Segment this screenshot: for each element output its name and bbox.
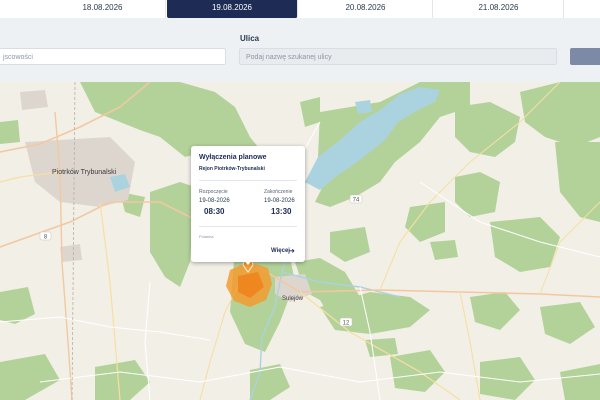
arrow-right-icon[interactable]: ➜	[289, 247, 295, 255]
town-label-piotrkow: Piotrków Trybunalski	[52, 169, 117, 176]
city-input[interactable]: jscowości	[0, 48, 226, 65]
popup-title: Wyłączenia planowe	[199, 154, 267, 161]
street-label: Ulica	[240, 34, 260, 43]
popup-more-link[interactable]: Więcej	[271, 248, 290, 254]
filter-bar: jscowości Ulica Podaj nazwę szukanej uli…	[0, 18, 600, 82]
date-tab-19-08[interactable]: 19.08.2026	[167, 0, 298, 18]
street-input[interactable]: Podaj nazwę szukanej ulicy	[239, 48, 557, 65]
popup-divider	[199, 180, 297, 181]
popup-region: Rejon Piotrków-Trybunalski	[199, 166, 265, 172]
popup-pointer	[243, 259, 253, 265]
route-badge-74: 74	[349, 194, 363, 203]
date-tab-bar: 18.08.2026 19.08.2026 20.08.2026 21.08.2…	[0, 0, 600, 19]
svg-text:12: 12	[343, 320, 350, 326]
popup-end-time: 13:30	[271, 207, 292, 216]
svg-text:74: 74	[353, 197, 360, 203]
route-badge-8: 8	[39, 231, 52, 240]
popup-note: Polanka	[199, 234, 214, 239]
date-tab-18-08[interactable]: 18.08.2026	[40, 0, 166, 18]
outage-popup: Wyłączenia planowe Rejon Piotrków-Trybun…	[191, 146, 305, 265]
search-button[interactable]	[570, 48, 600, 65]
date-tab-21-08[interactable]: 21.08.2026	[434, 0, 564, 18]
popup-start-time: 08:30	[204, 207, 225, 216]
date-tab-20-08[interactable]: 20.08.2026	[299, 0, 433, 18]
popup-end-date: 19-08-2026	[264, 198, 295, 204]
popup-start-date: 19-08-2026	[199, 198, 230, 204]
popup-end-label: Zakończenie	[264, 189, 293, 195]
popup-start-label: Rozpoczęcie	[199, 189, 228, 195]
popup-divider-2	[199, 226, 297, 227]
route-badge-12: 12	[339, 317, 353, 326]
town-label-sulejow: Sulejów	[282, 296, 304, 302]
